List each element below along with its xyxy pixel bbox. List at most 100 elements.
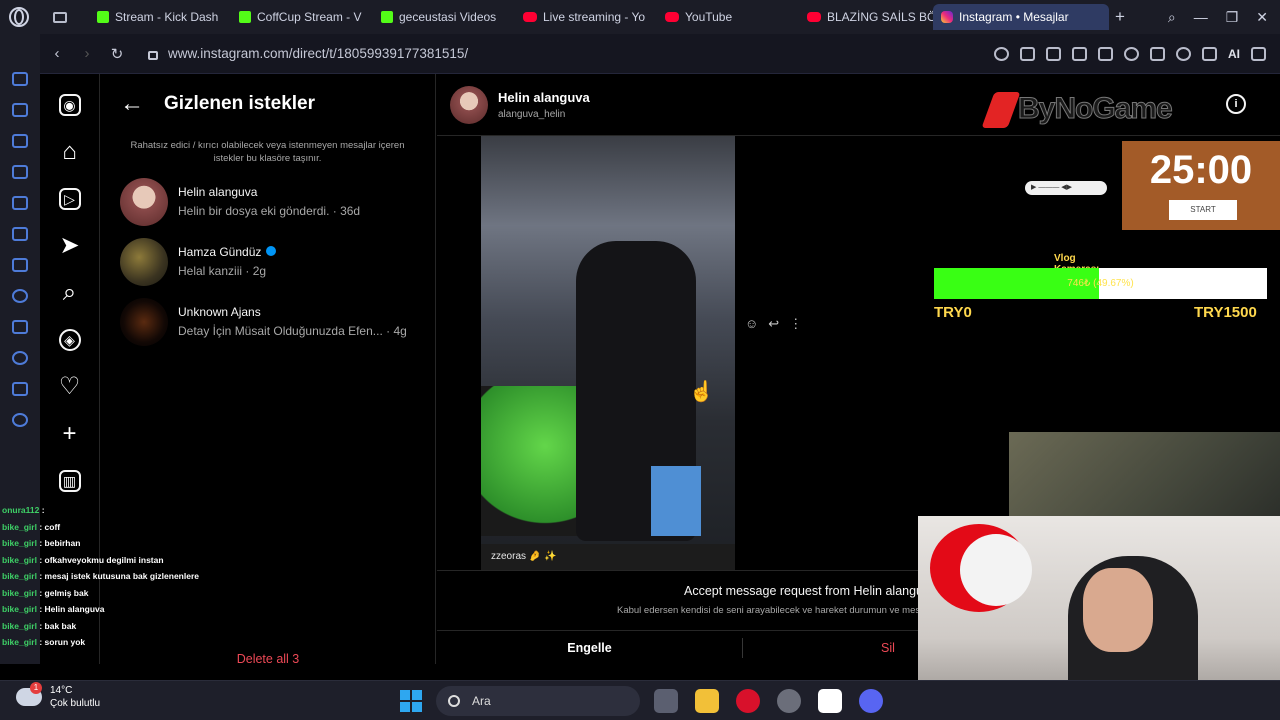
twitch-icon[interactable] [12, 196, 28, 210]
goal-min-label: TRY0 [934, 304, 972, 321]
instagram-logo-icon[interactable]: ◉ [58, 94, 81, 116]
panel-header: ← Gizlenen istekler [100, 74, 435, 134]
turkish-flag-image [930, 524, 1032, 612]
settings-icon[interactable] [12, 413, 28, 427]
block-button[interactable]: Engelle [437, 631, 742, 664]
tab-coffcup-stream[interactable]: CoffCup Stream - V [231, 4, 373, 30]
chat-username: bike_girl [2, 587, 37, 598]
history-icon[interactable] [12, 351, 28, 365]
notion-icon[interactable] [818, 689, 842, 713]
chat-message: onura112 : [2, 502, 302, 519]
youtube-icon [807, 12, 821, 22]
tab-instagram-messages[interactable]: Instagram • Mesajlar [933, 4, 1109, 30]
more-options-icon[interactable]: ⋮ [789, 316, 802, 332]
minimize-icon[interactable]: — [1194, 9, 1208, 26]
sidebar-glasses-icon[interactable] [12, 134, 28, 148]
chat-message: bike_girl : mesaj istek kutusuna bak giz… [2, 568, 302, 585]
pomodoro-timer: 25:00 START [1122, 141, 1280, 230]
sidebar-pin-icon[interactable] [12, 72, 28, 86]
verified-badge-icon [266, 246, 277, 257]
video-caption: zzeoras 🤌 ✨ [481, 544, 735, 570]
request-item[interactable]: Unknown Ajans Detay İçin Müsait Olduğunu… [100, 292, 435, 352]
panel-description: Rahatsız edici / kırıcı olabilecek veya … [130, 140, 405, 164]
weather-badge: 1 [30, 682, 42, 694]
opera-gx-icon[interactable] [736, 689, 760, 713]
dashboard-icon[interactable]: ▥ [58, 470, 81, 492]
workspace-icon[interactable] [12, 258, 28, 272]
tab-youtube[interactable]: YouTube [657, 4, 799, 30]
chat-text: : mesaj istek kutusuna bak gizlenenlere [36, 571, 199, 581]
request-preview: Detay İçin Müsait Olduğunuzda Efen... · … [178, 324, 407, 339]
menu-icon[interactable] [1251, 46, 1266, 61]
send-icon[interactable] [1098, 46, 1113, 61]
accept-description: Kabul edersen kendisi de seni arayabilec… [617, 605, 930, 616]
request-name: Unknown Ajans [178, 305, 261, 320]
bookmark-icon[interactable] [12, 320, 28, 334]
mini-audio-player[interactable]: ▶ ——— ◀▶ [1025, 181, 1107, 195]
request-item[interactable]: Helin alanguva Helin bir dosya eki gönde… [100, 172, 435, 232]
aria-ai-button[interactable]: AI [1228, 47, 1240, 61]
chat-name[interactable]: Helin alanguva [498, 90, 590, 105]
tab-islands-icon[interactable] [53, 11, 67, 23]
discord-icon[interactable] [859, 689, 883, 713]
close-icon[interactable]: ✕ [1256, 9, 1268, 26]
weather-widget[interactable]: 1 14°C Çok bulutlu [16, 682, 100, 709]
file-explorer-icon[interactable] [695, 689, 719, 713]
sidebar-pin-icon[interactable] [12, 103, 28, 117]
reels-icon[interactable]: ▷ [58, 188, 81, 210]
extensions-icon[interactable] [12, 382, 28, 396]
tab-live-streaming[interactable]: Live streaming - Yo [515, 4, 657, 30]
sidebar-ship-icon[interactable] [12, 165, 28, 179]
hand-cursor-icon: ☝ [689, 381, 714, 403]
notifications-heart-icon[interactable]: ♡ [59, 375, 81, 399]
delete-all-button[interactable]: Delete all 3 [100, 652, 436, 666]
explore-icon[interactable]: ◈ [58, 329, 81, 351]
chat-username: onura112 [2, 505, 40, 515]
back-icon[interactable]: ‹ [44, 45, 70, 62]
messages-icon[interactable]: ➤ [59, 234, 81, 258]
tab-kick-dashboard[interactable]: Stream - Kick Dash [89, 4, 231, 30]
pin-icon[interactable] [1020, 46, 1035, 61]
new-tab-icon[interactable]: + [1115, 7, 1125, 27]
reload-icon[interactable]: ↻ [104, 45, 130, 63]
chat-username: bike_girl [2, 604, 37, 614]
obs-icon[interactable] [777, 689, 801, 713]
browser-tab-bar: Stream - Kick Dash CoffCup Stream - V ge… [0, 0, 1280, 34]
avatar[interactable] [450, 85, 488, 124]
streamer-face-image [1083, 568, 1153, 652]
react-emoji-icon[interactable]: ☺ [745, 316, 758, 332]
reply-icon[interactable]: ↩ [768, 316, 779, 332]
tab-blazing-sails[interactable]: BLAZİNG SAİLS BÖ [799, 4, 933, 30]
search-tabs-icon[interactable]: ⌕ [1168, 9, 1176, 26]
video-message[interactable] [481, 136, 735, 544]
maximize-icon[interactable]: ❐ [1226, 9, 1239, 26]
search-icon[interactable]: ⌕ [59, 281, 81, 305]
profile-icon[interactable] [1176, 46, 1191, 61]
snapshot-icon[interactable] [1046, 46, 1061, 61]
url-field[interactable]: www.instagram.com/direct/t/1805993917738… [168, 46, 468, 61]
home-icon[interactable]: ⌂ [59, 140, 81, 164]
kick-icon [97, 11, 109, 23]
x-icon[interactable] [12, 227, 28, 241]
request-item[interactable]: Hamza Gündüz Helal kanziii · 2g [100, 232, 435, 292]
zoom-icon[interactable] [994, 46, 1009, 61]
tab-geceustasi-videos[interactable]: geceustasi Videos [373, 4, 515, 30]
player-icon[interactable] [12, 289, 28, 303]
heart-icon[interactable] [1124, 46, 1139, 61]
task-view-icon[interactable] [654, 689, 678, 713]
download-icon[interactable] [1202, 46, 1217, 61]
chat-message: bike_girl : coff [2, 519, 302, 536]
chat-text: : bebirhan [36, 538, 81, 548]
back-arrow-icon[interactable]: ← [120, 90, 144, 118]
chat-text: : [39, 505, 45, 515]
extensions-icon[interactable] [1150, 46, 1165, 61]
windows-start-icon[interactable] [400, 690, 422, 712]
create-icon[interactable]: + [59, 422, 81, 446]
info-icon[interactable]: i [1226, 94, 1246, 114]
taskbar-search[interactable]: Ara [436, 686, 640, 716]
opera-logo-icon[interactable] [9, 7, 29, 27]
shield-icon[interactable] [1072, 46, 1087, 61]
timer-start-button[interactable]: START [1169, 200, 1237, 220]
forward-icon[interactable]: › [74, 45, 100, 62]
chat-username: bike_girl [2, 620, 37, 631]
